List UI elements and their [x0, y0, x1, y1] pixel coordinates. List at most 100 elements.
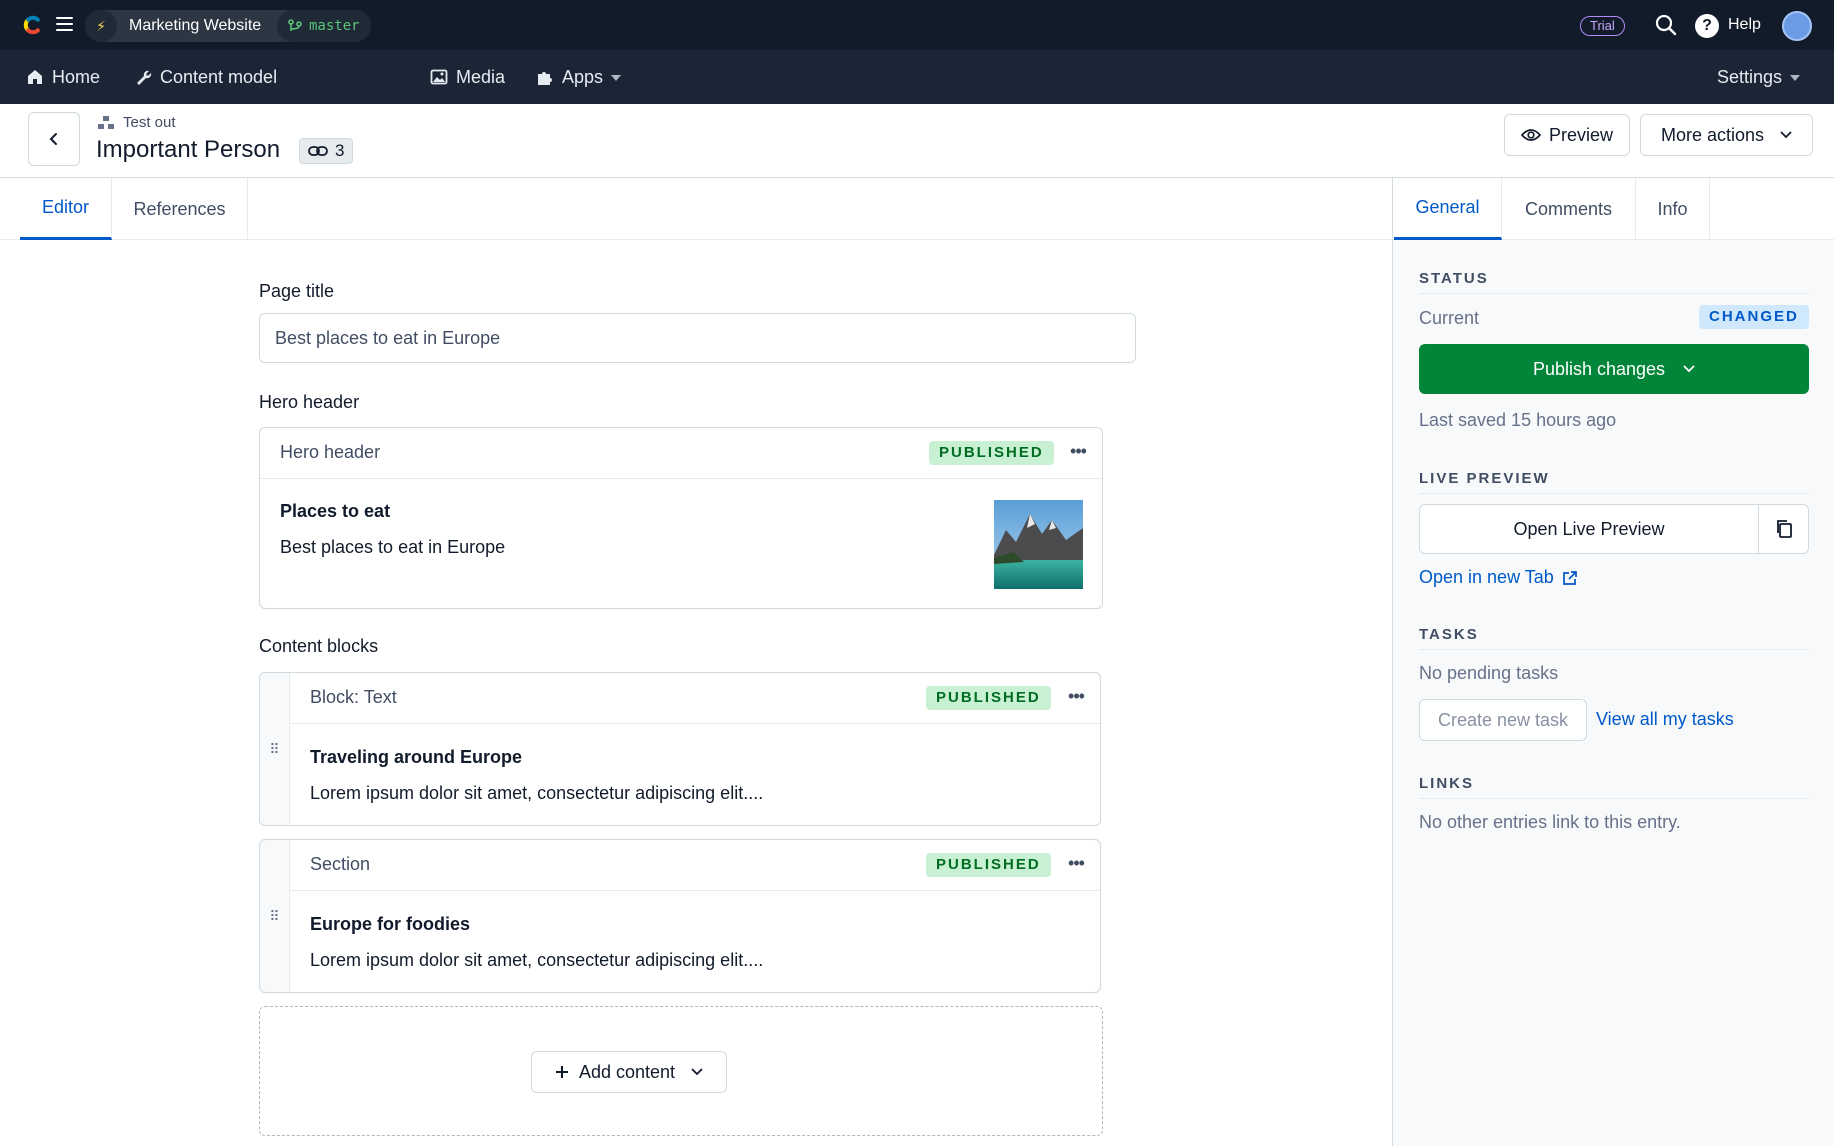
- card-title: Traveling around Europe: [310, 747, 523, 767]
- content-type-icon: [98, 115, 114, 129]
- card-description: Lorem ipsum dolor sit amet, consectetur …: [310, 950, 764, 970]
- card-header: Block: Text PUBLISHED •••: [290, 673, 1100, 724]
- chevron-down-icon: [1790, 75, 1801, 81]
- link-icon: [308, 146, 328, 156]
- reference-count: 3: [335, 141, 345, 160]
- open-in-new-tab-link[interactable]: Open in new Tab: [1419, 567, 1578, 588]
- card-type-label: Hero header: [280, 442, 381, 462]
- nav-settings[interactable]: Settings: [1717, 50, 1801, 104]
- view-all-tasks-link[interactable]: View all my tasks: [1596, 709, 1734, 730]
- help-icon[interactable]: ?: [1695, 14, 1719, 38]
- eye-icon: [1520, 129, 1541, 141]
- nav-apps[interactable]: Apps: [536, 50, 622, 104]
- hero-thumbnail-image: [994, 500, 1083, 589]
- tab-comments[interactable]: Comments: [1502, 178, 1636, 240]
- links-section-title: LINKS: [1419, 775, 1809, 799]
- card-header: Section PUBLISHED •••: [290, 840, 1100, 891]
- nav-content-model-label: Content model: [160, 66, 278, 87]
- more-options-icon[interactable]: •••: [1064, 686, 1088, 710]
- card-title: Places to eat: [280, 501, 391, 521]
- card-description: Lorem ipsum dolor sit amet, consectetur …: [310, 783, 764, 803]
- page-title-input[interactable]: [259, 313, 1136, 363]
- current-status-label: Current: [1419, 308, 1480, 328]
- chevron-down-icon: [611, 75, 622, 81]
- chevron-left-icon: [49, 133, 57, 145]
- puzzle-icon: [538, 72, 552, 85]
- top-bar: ⚡ Marketing Website master Trial ? Help: [0, 0, 1834, 50]
- space-switcher[interactable]: ⚡ Marketing Website master: [85, 10, 371, 42]
- main-nav: Home Content model Media Apps Settings: [0, 50, 1834, 104]
- bolt-icon: ⚡: [85, 10, 117, 42]
- hero-header-label: Hero header: [259, 392, 360, 412]
- more-options-icon[interactable]: •••: [1064, 853, 1088, 877]
- nav-apps-label: Apps: [562, 66, 604, 87]
- nav-media[interactable]: Media: [430, 50, 505, 104]
- hero-header-card[interactable]: Hero header PUBLISHED ••• Places to eat …: [259, 427, 1103, 609]
- open-live-preview-button[interactable]: Open Live Preview: [1419, 504, 1759, 554]
- nav-home[interactable]: Home: [26, 50, 100, 104]
- drag-handle-icon[interactable]: ⠿: [260, 840, 290, 992]
- card-title: Europe for foodies: [310, 914, 471, 934]
- card-header: Hero header PUBLISHED •••: [260, 428, 1102, 479]
- environment-switcher[interactable]: master: [277, 10, 371, 42]
- tab-editor[interactable]: Editor: [20, 178, 112, 240]
- live-preview-section-title: LIVE PREVIEW: [1419, 470, 1809, 494]
- card-type-label: Section: [310, 854, 371, 874]
- create-new-task-button[interactable]: Create new task: [1419, 699, 1587, 741]
- status-badge: PUBLISHED: [926, 686, 1051, 710]
- home-icon: [28, 70, 42, 84]
- copy-icon: [1776, 520, 1792, 538]
- preview-button[interactable]: Preview: [1504, 114, 1630, 156]
- entry-header: Test out Important Person 3 Preview More…: [0, 104, 1834, 178]
- preview-label: Preview: [1548, 124, 1614, 145]
- nav-media-label: Media: [456, 66, 506, 87]
- changed-badge: CHANGED: [1699, 305, 1809, 329]
- image-icon: [430, 69, 448, 85]
- chevron-down-icon: [1780, 131, 1792, 139]
- help-link[interactable]: Help: [1728, 16, 1761, 34]
- publish-changes-button[interactable]: Publish changes: [1419, 344, 1809, 394]
- back-button[interactable]: [28, 112, 80, 166]
- tab-info[interactable]: Info: [1636, 178, 1710, 240]
- contentful-logo-icon[interactable]: [20, 13, 44, 37]
- more-actions-button[interactable]: More actions: [1640, 114, 1813, 156]
- editor-tabs: Editor References: [0, 178, 1392, 240]
- nav-settings-label: Settings: [1717, 66, 1783, 87]
- environment-name: master: [309, 18, 360, 34]
- menu-icon[interactable]: [56, 17, 73, 31]
- content-block-card[interactable]: ⠿ Section PUBLISHED ••• Europe for foodi…: [259, 839, 1101, 993]
- reference-count-badge[interactable]: 3: [299, 138, 354, 164]
- add-content-dropzone: Add content: [259, 1006, 1103, 1136]
- publish-changes-label: Publish changes: [1532, 358, 1666, 379]
- copy-button[interactable]: [1758, 504, 1809, 554]
- page-title-label: Page title: [259, 281, 335, 301]
- tasks-section-title: TASKS: [1419, 626, 1809, 650]
- nav-content-model[interactable]: Content model: [134, 50, 277, 104]
- search-icon[interactable]: [1655, 14, 1677, 36]
- no-links-text: No other entries link to this entry.: [1419, 812, 1681, 832]
- sidebar-tabs: General Comments Info: [1393, 178, 1834, 240]
- card-type-label: Block: Text: [310, 687, 397, 707]
- add-content-label: Add content: [578, 1061, 676, 1082]
- chevron-down-icon: [691, 1068, 703, 1076]
- drag-handle-icon[interactable]: ⠿: [260, 673, 290, 825]
- trial-badge[interactable]: Trial: [1580, 16, 1625, 36]
- tab-general[interactable]: General: [1394, 178, 1502, 240]
- add-content-button[interactable]: Add content: [531, 1051, 727, 1093]
- entry-title: Important Person: [96, 136, 281, 163]
- chevron-down-icon: [1683, 365, 1695, 373]
- content-type-breadcrumb: Test out: [98, 114, 176, 131]
- branch-icon: [288, 19, 302, 31]
- status-badge: PUBLISHED: [929, 441, 1054, 465]
- entry-sidebar: General Comments Info STATUS Current CHA…: [1392, 178, 1834, 1146]
- status-badge: PUBLISHED: [926, 853, 1051, 877]
- tab-references[interactable]: References: [112, 178, 248, 240]
- more-actions-label: More actions: [1660, 124, 1765, 145]
- no-pending-tasks-text: No pending tasks: [1419, 663, 1559, 683]
- avatar[interactable]: [1782, 11, 1812, 41]
- more-options-icon[interactable]: •••: [1066, 441, 1090, 465]
- content-block-card[interactable]: ⠿ Block: Text PUBLISHED ••• Traveling ar…: [259, 672, 1101, 826]
- space-name: Marketing Website: [129, 17, 262, 34]
- content-type-name: Test out: [123, 114, 176, 131]
- external-link-icon: [1562, 570, 1577, 585]
